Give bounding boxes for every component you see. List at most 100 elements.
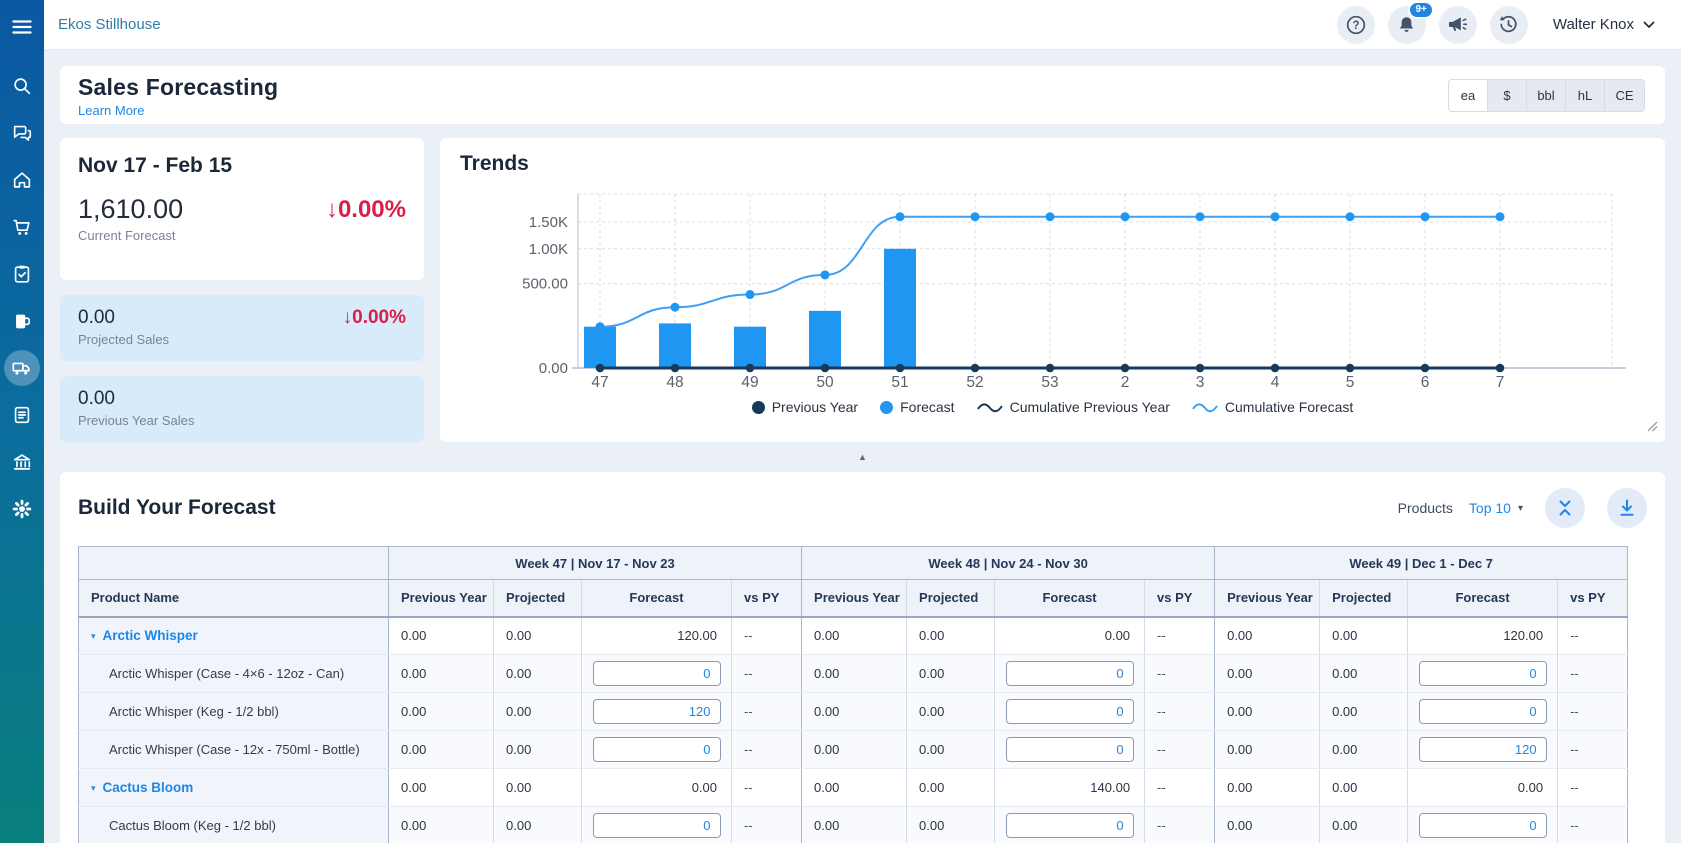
forecast-input[interactable] [1419, 737, 1547, 762]
product-group-link[interactable]: Cactus Bloom [103, 780, 194, 795]
search-icon [11, 75, 33, 97]
vs-py-cell: -- [732, 731, 802, 769]
product-sku-row: Arctic Whisper (Case - 12x - 750ml - Bot… [79, 731, 1628, 769]
user-name: Walter Knox [1553, 16, 1634, 33]
week-group-header: Week 47 | Nov 17 - Nov 23 [389, 547, 802, 580]
expand-caret-icon[interactable]: ▾ [91, 783, 96, 793]
user-menu[interactable]: Walter Knox [1553, 16, 1655, 33]
sidebar-item-messages[interactable] [4, 115, 40, 151]
product-sku-row: Cactus Bloom (Keg - 1/2 bbl)0.000.00--0.… [79, 807, 1628, 843]
forecast-input[interactable] [593, 813, 721, 838]
vs-py-cell: -- [1558, 693, 1628, 731]
notifications-button[interactable]: 9+ [1388, 6, 1426, 44]
svg-text:5: 5 [1346, 374, 1355, 391]
sidebar-item-accounting[interactable] [4, 444, 40, 480]
announcements-button[interactable] [1439, 6, 1477, 44]
menu-icon[interactable] [4, 12, 40, 42]
svg-text:7: 7 [1496, 374, 1505, 391]
legend-item[interactable]: Forecast [880, 399, 954, 415]
vs-py-cell: -- [1145, 693, 1215, 731]
forecast-input[interactable] [1006, 813, 1134, 838]
forecast-input[interactable] [1419, 813, 1547, 838]
product-sku-name: Arctic Whisper (Keg - 1/2 bbl) [109, 704, 279, 719]
forecast-input[interactable] [1006, 661, 1134, 686]
product-sku-name: Cactus Bloom (Keg - 1/2 bbl) [109, 818, 276, 833]
sidebar-item-home[interactable] [4, 162, 40, 198]
current-forecast-label: Current Forecast [78, 228, 406, 243]
sidebar-item-settings[interactable] [4, 491, 40, 527]
previous-year-cell: 0.00 [802, 693, 907, 731]
forecast-input[interactable] [1006, 737, 1134, 762]
sidebar-item-search[interactable] [4, 68, 40, 104]
unit-toggle: ea$bblhLCE [1448, 79, 1645, 112]
projected-cell: 0.00 [907, 769, 995, 807]
trends-title: Trends [460, 152, 1645, 176]
forecast-input[interactable] [593, 699, 721, 724]
forecast-input[interactable] [1419, 661, 1547, 686]
resize-handle-icon[interactable] [1647, 419, 1658, 437]
product-group-link[interactable]: Arctic Whisper [103, 628, 198, 643]
legend-item[interactable]: Cumulative Previous Year [977, 399, 1170, 415]
svg-text:500.00: 500.00 [522, 276, 568, 293]
forecast-input[interactable] [1006, 699, 1134, 724]
previous-year-cell: 0.00 [389, 617, 494, 655]
previous-year-sales-label: Previous Year Sales [78, 413, 406, 428]
sidebar-item-production[interactable] [4, 303, 40, 339]
product-sku-row: Arctic Whisper (Keg - 1/2 bbl)0.000.00--… [79, 693, 1628, 731]
collapse-rows-button[interactable] [1545, 488, 1585, 528]
projected-cell: 0.00 [494, 693, 582, 731]
projected-cell: 0.00 [907, 807, 995, 843]
column-header-previous-year: Previous Year [389, 580, 494, 617]
projected-sales-delta: ↓0.00% [343, 307, 406, 329]
previous-year-cell: 0.00 [1215, 693, 1320, 731]
svg-text:0.00: 0.00 [539, 360, 568, 377]
legend-dot-icon [752, 401, 765, 414]
sidebar-item-distribution[interactable] [4, 350, 40, 386]
legend-line-icon [977, 401, 1003, 413]
column-header-forecast: Forecast [582, 580, 732, 617]
legend-item[interactable]: Cumulative Forecast [1192, 399, 1353, 415]
products-label: Products [1398, 500, 1453, 516]
previous-year-cell: 0.00 [802, 731, 907, 769]
collapse-panel-arrow-icon[interactable]: ▲ [858, 452, 867, 462]
sidebar-item-reports[interactable] [4, 397, 40, 433]
unit-option-ea[interactable]: ea [1449, 80, 1488, 111]
column-header-vs-py: vs PY [732, 580, 802, 617]
forecast-input[interactable] [593, 661, 721, 686]
vs-py-cell: -- [1558, 731, 1628, 769]
expand-caret-icon[interactable]: ▾ [91, 631, 96, 641]
main-area: Ekos Stillhouse ? 9+ [44, 0, 1681, 843]
help-button[interactable]: ? [1337, 6, 1375, 44]
unit-option-CE[interactable]: CE [1605, 80, 1644, 111]
trends-card: Trends 0.00500.001.00K1.50K4748495051525… [440, 138, 1665, 442]
legend-item[interactable]: Previous Year [752, 399, 858, 415]
unit-option-usd[interactable]: $ [1488, 80, 1527, 111]
projected-cell: 0.00 [907, 655, 995, 693]
app-root: Ekos Stillhouse ? 9+ [0, 0, 1681, 843]
projected-cell: 0.00 [494, 655, 582, 693]
unit-option-bbl[interactable]: bbl [1527, 80, 1566, 111]
forecast-total-cell: 0.00 [582, 769, 732, 807]
learn-more-link[interactable]: Learn More [78, 103, 278, 118]
projected-cell: 0.00 [494, 807, 582, 843]
previous-year-cell: 0.00 [1215, 655, 1320, 693]
arrow-down-icon: ↓ [326, 196, 338, 223]
clipboard-check-icon [11, 263, 33, 285]
forecast-input[interactable] [1419, 699, 1547, 724]
projected-cell: 0.00 [907, 693, 995, 731]
svg-text:1.00K: 1.00K [529, 241, 568, 258]
history-button[interactable] [1490, 6, 1528, 44]
arrow-down-icon: ↓ [343, 307, 353, 328]
svg-text:2: 2 [1121, 374, 1130, 391]
forecast-input[interactable] [593, 737, 721, 762]
sidebar-item-tasks[interactable] [4, 256, 40, 292]
projected-cell: 0.00 [1320, 731, 1408, 769]
previous-year-cell: 0.00 [1215, 731, 1320, 769]
projected-cell: 0.00 [1320, 617, 1408, 655]
column-header-projected: Projected [1320, 580, 1408, 617]
products-filter-dropdown[interactable]: Top 10 ▾ [1469, 500, 1523, 516]
forecast-total-cell: 120.00 [582, 617, 732, 655]
download-button[interactable] [1607, 488, 1647, 528]
unit-option-hL[interactable]: hL [1566, 80, 1605, 111]
sidebar-item-sales[interactable] [4, 209, 40, 245]
